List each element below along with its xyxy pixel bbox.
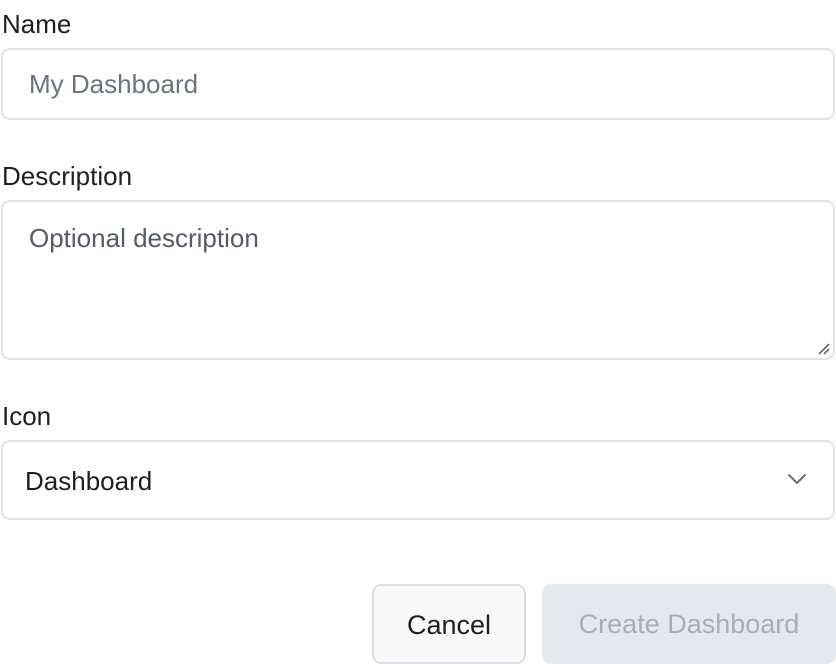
name-input-placeholder: My Dashboard [29, 69, 199, 99]
resize-handle-icon[interactable] [815, 340, 831, 356]
description-label: Description [2, 161, 133, 191]
chevron-down-icon [788, 474, 806, 484]
cancel-button[interactable]: Cancel [372, 584, 526, 664]
icon-select[interactable]: Dashboard [1, 440, 835, 520]
icon-select-value: Dashboard [25, 466, 153, 496]
description-textarea[interactable]: Optional description [1, 200, 835, 360]
create-dashboard-button[interactable]: Create Dashboard [542, 584, 836, 664]
create-dashboard-form: Name My Dashboard Description Optional d… [0, 0, 836, 664]
icon-label: Icon [2, 401, 52, 431]
name-label: Name [2, 9, 72, 39]
description-textarea-placeholder: Optional description [29, 223, 259, 253]
name-input[interactable]: My Dashboard [1, 48, 835, 120]
